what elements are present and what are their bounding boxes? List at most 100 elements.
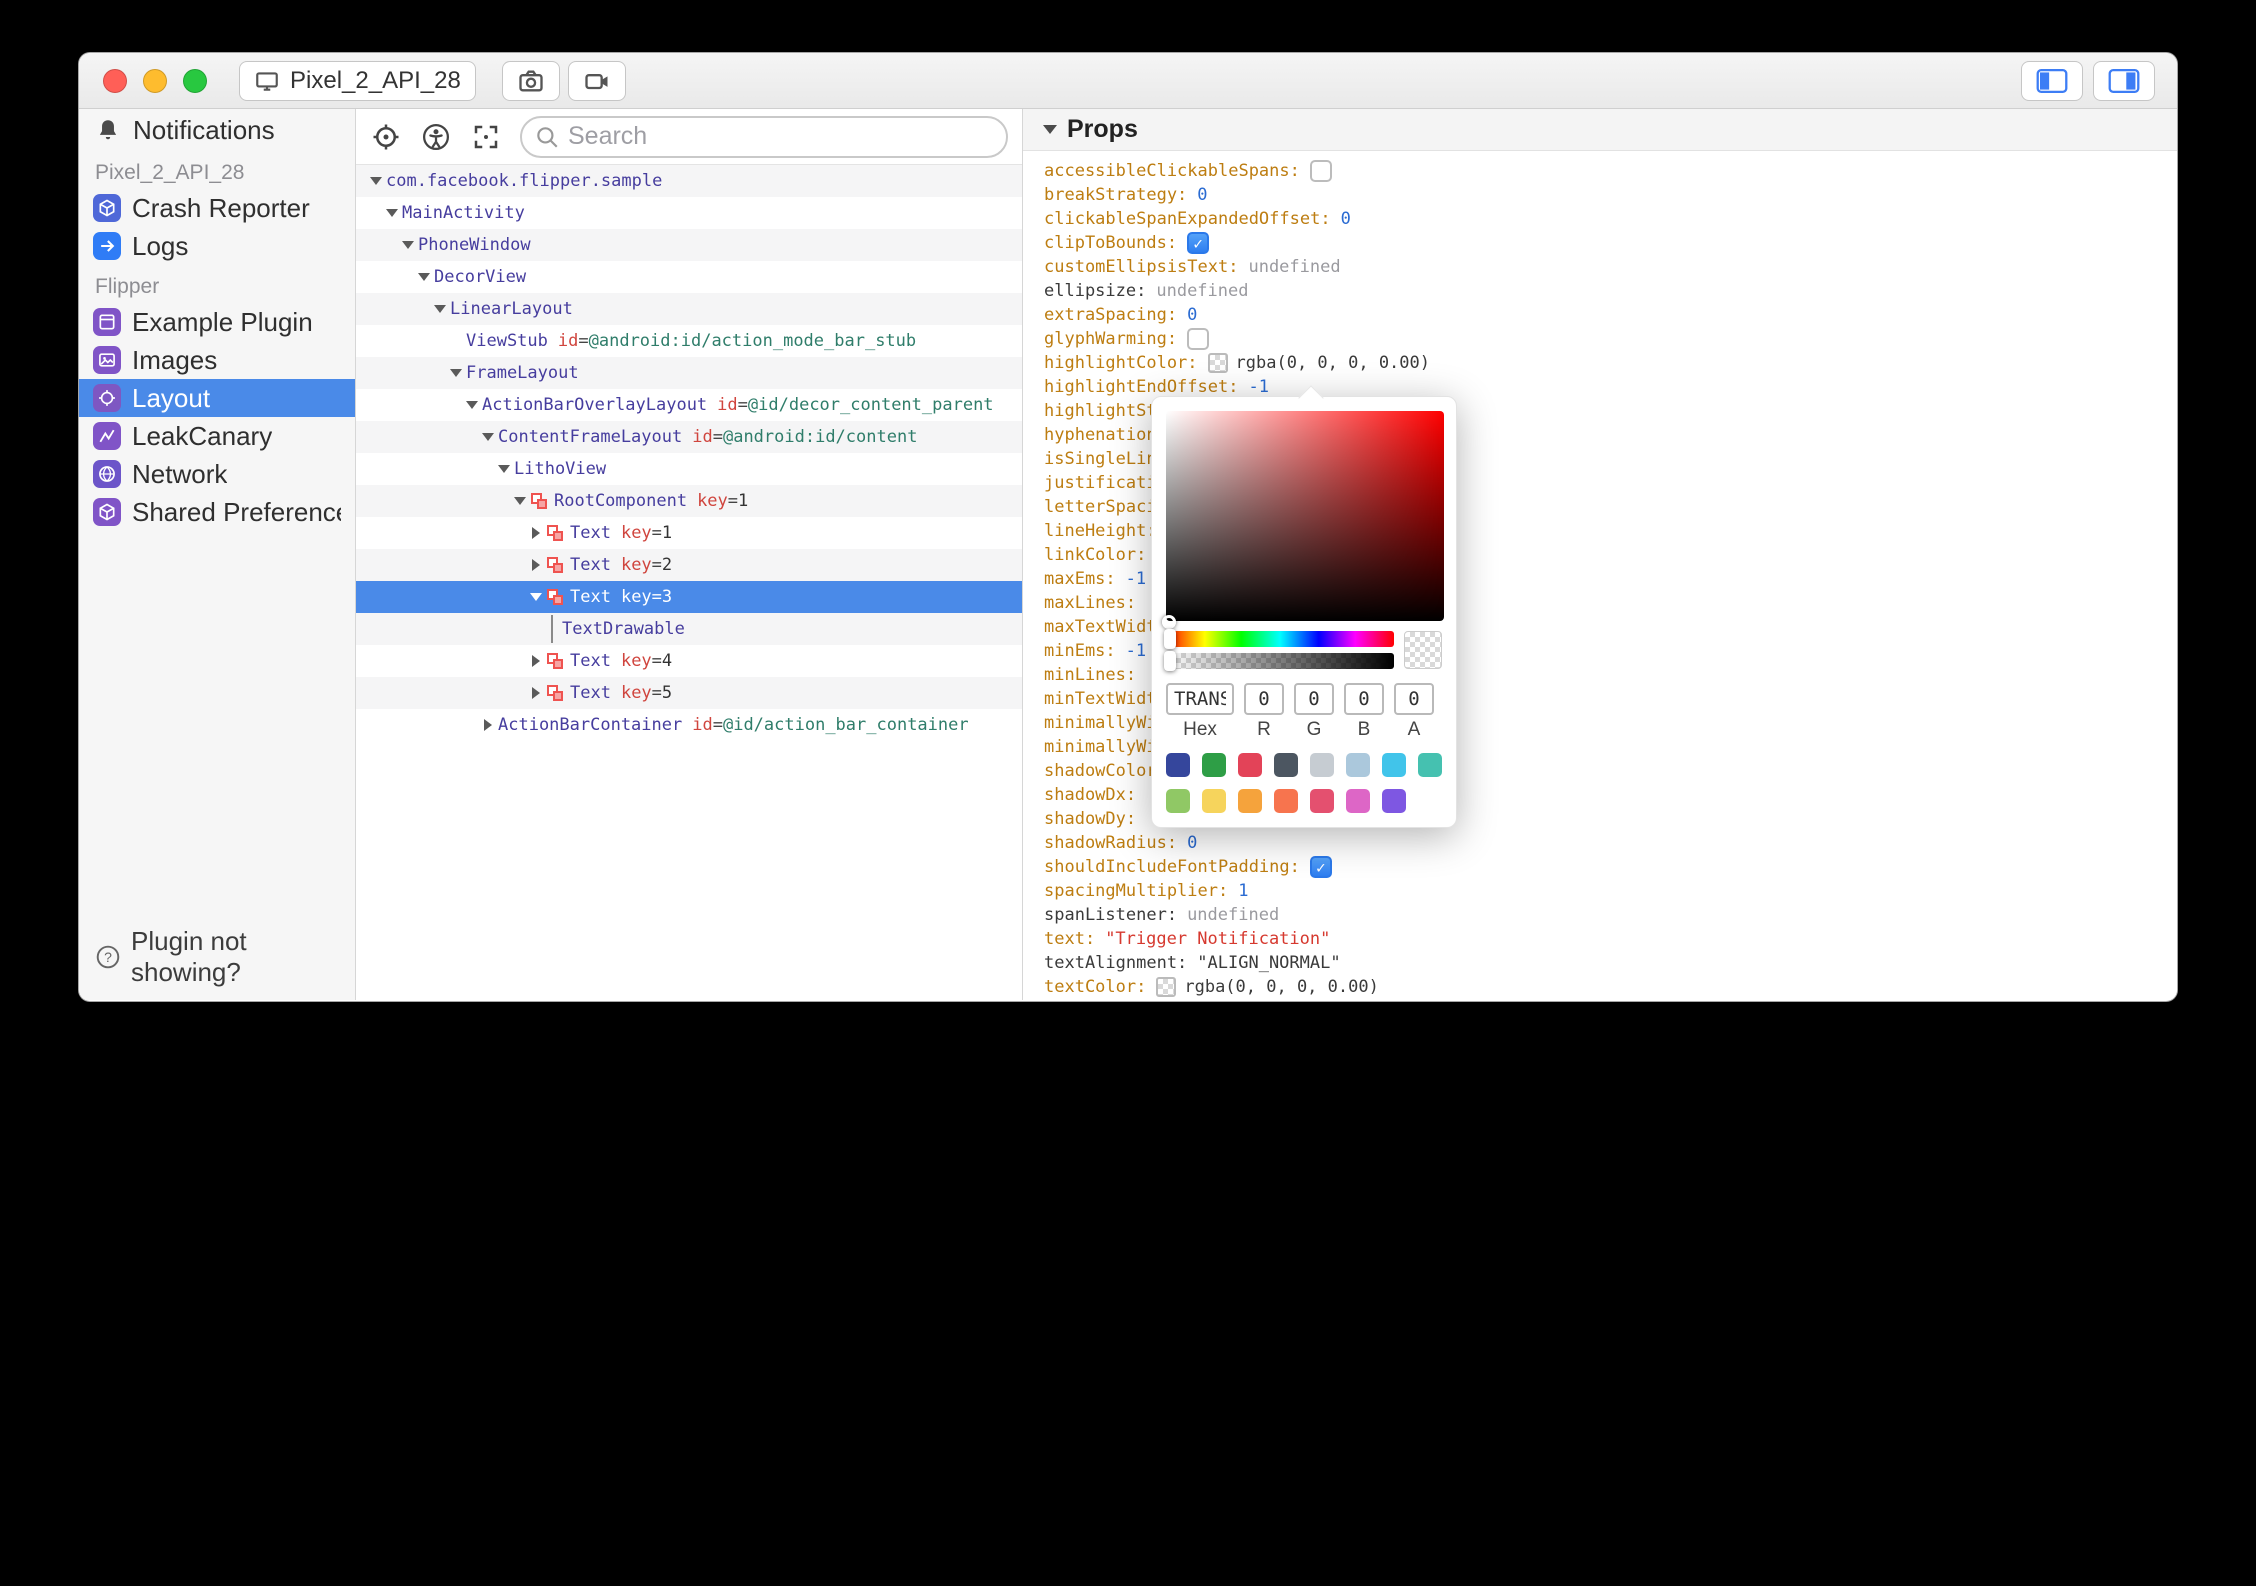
chevron-down-icon[interactable] <box>430 305 450 313</box>
tree-node-text[interactable]: Text key = 3 <box>356 581 1022 613</box>
chevron-down-icon[interactable] <box>414 273 434 281</box>
red-input[interactable] <box>1244 683 1284 715</box>
tree-node-text[interactable]: Text key = 2 <box>356 549 1022 581</box>
chevron-down-icon[interactable] <box>366 177 386 185</box>
hex-input[interactable] <box>1166 683 1234 715</box>
expand-tree-icon[interactable] <box>470 121 502 153</box>
color-swatch[interactable] <box>1346 789 1370 813</box>
tree-node-actionbarcontainer[interactable]: ActionBarContainer id = @id/action_bar_cont… <box>356 709 1022 741</box>
prop-value[interactable]: "ALIGN_NORMAL" <box>1197 953 1340 973</box>
tree-node-textdrawable[interactable]: TextDrawable <box>356 613 1022 645</box>
tree-node-decorview[interactable]: DecorView <box>356 261 1022 293</box>
toggle-right-sidebar-button[interactable] <box>2093 61 2155 101</box>
prop-value[interactable]: 0 <box>1341 209 1351 229</box>
target-mode-icon[interactable] <box>370 121 402 153</box>
chevron-down-icon[interactable] <box>478 433 498 441</box>
tree-node-framelayout[interactable]: FrameLayout <box>356 357 1022 389</box>
chevron-down-icon[interactable] <box>494 465 514 473</box>
color-swatch[interactable] <box>1202 789 1226 813</box>
chevron-down-icon[interactable] <box>510 497 530 505</box>
color-swatch[interactable] <box>1202 753 1226 777</box>
prop-checkbox[interactable]: ✓ <box>1187 232 1210 254</box>
chevron-down-icon[interactable] <box>526 593 546 601</box>
color-swatch[interactable] <box>1238 789 1262 813</box>
saturation-brightness-area[interactable] <box>1162 411 1444 629</box>
sidebar-item-example-plugin[interactable]: Example Plugin <box>79 303 355 341</box>
search-input[interactable] <box>568 122 994 151</box>
tree-node-lithoview[interactable]: LithoView <box>356 453 1022 485</box>
chevron-down-icon[interactable] <box>382 209 402 217</box>
props-header[interactable]: Props <box>1023 109 2177 151</box>
chevron-down-icon[interactable] <box>446 369 466 377</box>
sidebar-item-leakcanary[interactable]: LeakCanary <box>79 417 355 455</box>
accessibility-mode-icon[interactable] <box>420 121 452 153</box>
color-swatch[interactable] <box>1274 789 1298 813</box>
tree-node-text[interactable]: Text key = 4 <box>356 645 1022 677</box>
sidebar-item-images[interactable]: Images <box>79 341 355 379</box>
blue-input[interactable] <box>1344 683 1384 715</box>
zoom-window-button[interactable] <box>183 68 207 93</box>
prop-value[interactable]: rgba(0, 0, 0, 0.00) <box>1236 353 1430 373</box>
chevron-right-icon[interactable] <box>526 655 546 667</box>
hue-slider-handle[interactable] <box>1164 629 1176 649</box>
minimize-window-button[interactable] <box>143 68 167 93</box>
alpha-slider-handle[interactable] <box>1164 651 1176 671</box>
tree-node-viewstub[interactable]: ViewStub id = @android:id/action_mode_bar_s… <box>356 325 1022 357</box>
screenshot-button[interactable] <box>501 60 560 101</box>
green-input[interactable] <box>1294 683 1334 715</box>
hue-slider[interactable] <box>1164 629 1394 649</box>
color-swatch[interactable] <box>1418 753 1442 777</box>
color-swatch[interactable] <box>1274 753 1298 777</box>
color-swatch[interactable] <box>1310 753 1334 777</box>
prop-value[interactable]: 0 <box>1187 305 1197 325</box>
chevron-down-icon[interactable] <box>398 241 418 249</box>
sidebar-item-shared-preferences-viewer[interactable]: Shared Preferences Viewer <box>79 493 355 531</box>
color-swatch[interactable] <box>1310 789 1334 813</box>
tree-node-text[interactable]: Text key = 1 <box>356 517 1022 549</box>
sidebar-item-logs[interactable]: Logs <box>79 227 355 265</box>
plugin-not-showing-link[interactable]: ? Plugin not showing? <box>95 926 355 988</box>
tree-node-actionbaroverlaylayout[interactable]: ActionBarOverlayLayout id = @id/decor_conte… <box>356 389 1022 421</box>
tree-node-contentframelayout[interactable]: ContentFrameLayout id = @android:id/content <box>356 421 1022 453</box>
chevron-down-icon[interactable] <box>462 401 482 409</box>
sidebar-item-network[interactable]: Network <box>79 455 355 493</box>
sidebar-item-crash-reporter[interactable]: Crash Reporter <box>79 189 355 227</box>
prop-checkbox[interactable] <box>1309 160 1332 182</box>
tree-node-mainactivity[interactable]: MainActivity <box>356 197 1022 229</box>
prop-checkbox[interactable] <box>1187 328 1210 350</box>
color-swatch[interactable] <box>1382 789 1406 813</box>
toggle-left-sidebar-button[interactable] <box>2021 61 2083 101</box>
tree-node-linearlayout[interactable]: LinearLayout <box>356 293 1022 325</box>
prop-value[interactable]: -1 <box>1248 377 1268 397</box>
chevron-right-icon[interactable] <box>526 559 546 571</box>
alpha-slider[interactable] <box>1164 651 1394 671</box>
screen-record-button[interactable] <box>567 60 626 101</box>
chevron-right-icon[interactable] <box>478 719 498 731</box>
color-swatch[interactable] <box>1166 753 1190 777</box>
tree-node-phonewindow[interactable]: PhoneWindow <box>356 229 1022 261</box>
sidebar-item-layout[interactable]: Layout <box>79 379 355 417</box>
saturation-cursor[interactable] <box>1162 615 1176 629</box>
prop-value[interactable]: "Trigger Notification" <box>1105 929 1330 949</box>
color-swatch[interactable] <box>1382 753 1406 777</box>
prop-color-swatch[interactable] <box>1156 977 1177 997</box>
notifications-item[interactable]: Notifications <box>79 109 355 151</box>
chevron-right-icon[interactable] <box>526 527 546 539</box>
prop-value[interactable]: -1 <box>1126 569 1146 589</box>
chevron-right-icon[interactable] <box>526 687 546 699</box>
prop-value[interactable]: 0 <box>1187 833 1197 853</box>
color-swatch[interactable] <box>1346 753 1370 777</box>
tree-node-rootcomponent[interactable]: RootComponent key = 1 <box>356 485 1022 517</box>
close-window-button[interactable] <box>103 68 127 93</box>
prop-value[interactable]: -1 <box>1126 641 1146 661</box>
prop-color-swatch[interactable] <box>1207 353 1228 373</box>
prop-checkbox[interactable]: ✓ <box>1309 856 1332 878</box>
tree-node-text[interactable]: Text key = 5 <box>356 677 1022 709</box>
tree-node-com-facebook-flipper-sample[interactable]: com.facebook.flipper.sample <box>356 165 1022 197</box>
prop-value[interactable]: rgba(0, 0, 0, 0.00) <box>1184 977 1378 997</box>
color-swatch[interactable] <box>1166 789 1190 813</box>
prop-value[interactable]: 1 <box>1238 881 1248 901</box>
alpha-input[interactable] <box>1394 683 1434 715</box>
prop-value[interactable]: 0 <box>1197 185 1207 205</box>
device-selector[interactable]: Pixel_2_API_28 <box>239 60 476 101</box>
